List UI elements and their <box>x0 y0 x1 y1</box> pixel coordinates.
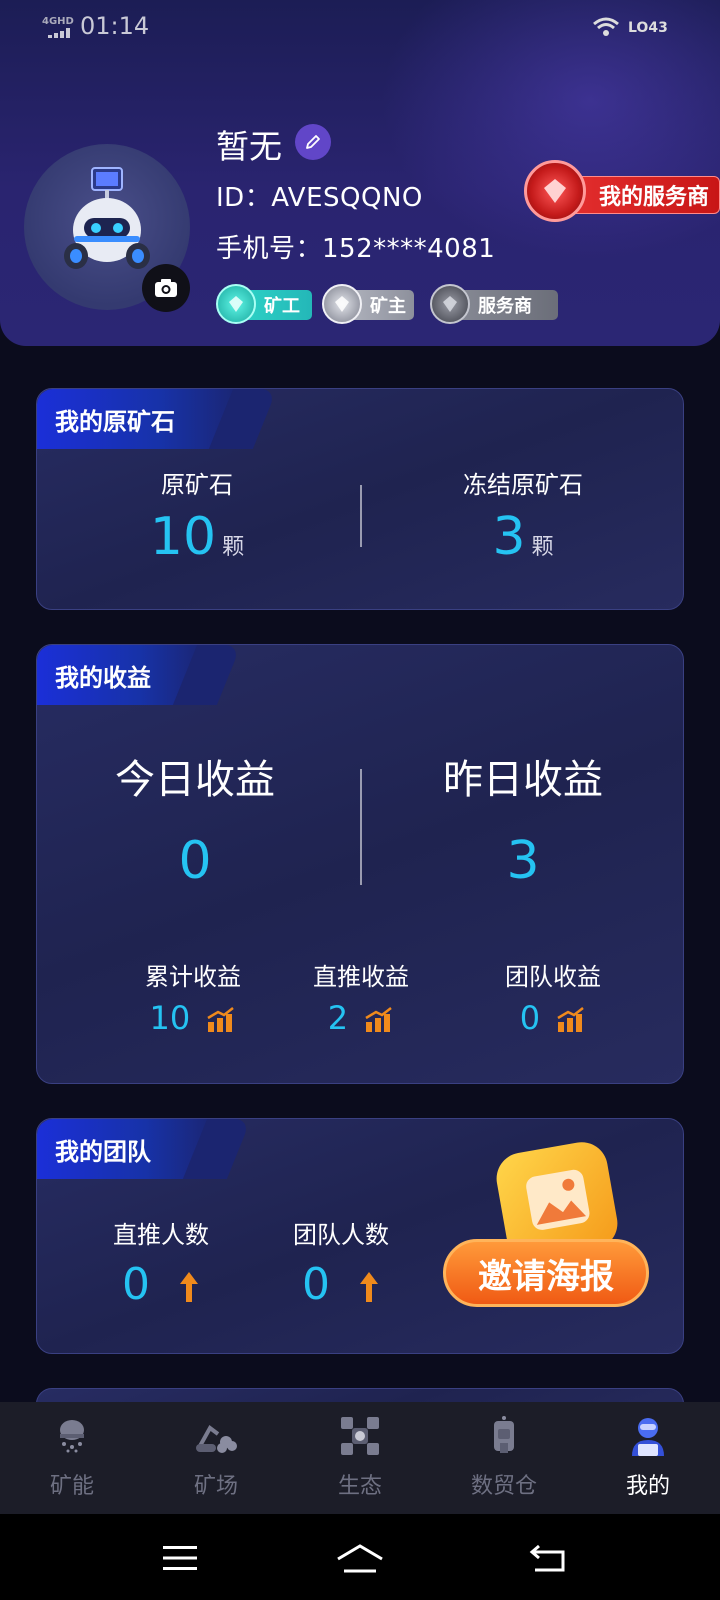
back-nav-button[interactable] <box>518 1536 578 1580</box>
arrow-up-icon <box>180 1272 198 1302</box>
user-id: ID：AVESQQNO <box>216 183 423 213</box>
ore-value-row: 10 颗 <box>97 507 297 567</box>
team-count-label: 团队人数 <box>293 1221 389 1249</box>
system-navigation-bar <box>0 1514 720 1600</box>
today-earnings-value: 0 <box>178 831 212 891</box>
bottom-tab-bar: 矿能 矿场 生态 数贸仓 我的 <box>0 1402 720 1514</box>
badge-miner: 矿工 <box>216 284 312 324</box>
team-earnings-label: 团队收益 <box>505 963 601 991</box>
direct-earnings-row[interactable]: 2 <box>261 999 461 1037</box>
badge-owner: 矿主 <box>322 284 414 324</box>
provider-medal-icon <box>524 160 586 222</box>
owner-gem-icon <box>322 284 362 324</box>
direct-count-value: 0 <box>122 1259 150 1310</box>
earnings-card: 我的收益 今日收益 0 昨日收益 3 累计收益 10 直推收益 2 团队收益 0 <box>36 644 684 1084</box>
today-earnings-label: 今日收益 <box>115 757 275 803</box>
team-earnings-value: 0 <box>519 999 541 1037</box>
change-avatar-button[interactable] <box>142 264 190 312</box>
back-icon <box>529 1544 565 1572</box>
direct-earnings-value: 2 <box>327 999 349 1037</box>
menu-icon <box>163 1546 197 1570</box>
provider-gem-icon <box>430 284 470 324</box>
trend-up-icon <box>365 1007 393 1032</box>
yesterday-earnings-value: 3 <box>506 831 540 891</box>
frozen-ore-value: 3 <box>492 507 526 567</box>
trend-up-icon <box>557 1007 585 1032</box>
ore-divider <box>360 485 362 547</box>
team-card: 我的团队 直推人数 0 团队人数 0 邀请海报 <box>36 1118 684 1354</box>
status-bar: 4GHD 01:14 LO43 <box>0 0 720 54</box>
earnings-card-title: 我的收益 <box>37 645 207 705</box>
profile-icon <box>626 1414 670 1458</box>
yesterday-earnings-label: 昨日收益 <box>443 757 603 803</box>
team-card-title: 我的团队 <box>37 1119 217 1179</box>
home-nav-button[interactable] <box>330 1536 390 1580</box>
direct-count-row: 0 <box>71 1259 251 1310</box>
network-indicator: 4GHD <box>42 16 74 27</box>
team-count-row: 0 <box>251 1259 431 1310</box>
user-phone: 手机号：152****4081 <box>216 234 496 264</box>
invite-poster-button[interactable]: 邀请海报 <box>443 1139 661 1329</box>
team-earnings-row[interactable]: 0 <box>453 999 653 1037</box>
badge-provider: 服务商 <box>430 284 558 324</box>
warehouse-icon <box>482 1414 526 1458</box>
ore-value: 10 <box>149 507 217 567</box>
user-name: 暂无 <box>216 127 282 166</box>
ore-unit: 颗 <box>222 535 245 560</box>
frozen-ore-value-row: 3颗 <box>413 507 633 567</box>
tab-ecology[interactable]: 生态 <box>288 1402 432 1514</box>
ecology-icon <box>338 1414 382 1458</box>
menu-nav-button[interactable] <box>150 1536 210 1580</box>
tab-warehouse[interactable]: 数贸仓 <box>432 1402 576 1514</box>
signal-icon <box>48 28 70 38</box>
my-service-provider-button[interactable]: 我的服务商 <box>524 160 720 222</box>
invite-poster-label: 邀请海报 <box>443 1239 649 1307</box>
frozen-ore-unit: 颗 <box>531 535 554 560</box>
tab-mining-energy[interactable]: 矿能 <box>0 1402 144 1514</box>
direct-earnings-label: 直推收益 <box>313 963 409 991</box>
mining-energy-icon <box>50 1414 94 1458</box>
status-time: 01:14 <box>80 12 150 40</box>
battery-indicator: LO43 <box>628 20 668 36</box>
pencil-icon <box>306 135 320 149</box>
total-earnings-value: 10 <box>149 999 191 1037</box>
edit-name-button[interactable] <box>295 124 331 160</box>
ore-card-title: 我的原矿石 <box>37 389 243 449</box>
arrow-up-icon <box>360 1272 378 1302</box>
frozen-ore-label: 冻结原矿石 <box>463 471 583 499</box>
profile-header: 4GHD 01:14 LO43 暂无 ID：AVESQQNO 手机号：152**… <box>0 0 720 346</box>
mine-field-icon <box>194 1414 238 1458</box>
ore-card: 我的原矿石 原矿石 10 颗 冻结原矿石 3颗 <box>36 388 684 610</box>
tab-profile[interactable]: 我的 <box>576 1402 720 1514</box>
camera-icon <box>155 279 177 297</box>
miner-gem-icon <box>216 284 256 324</box>
earnings-divider <box>360 769 362 885</box>
ore-label: 原矿石 <box>161 471 233 499</box>
direct-count-label: 直推人数 <box>113 1221 209 1249</box>
trend-up-icon <box>207 1007 235 1032</box>
tab-mine-field[interactable]: 矿场 <box>144 1402 288 1514</box>
team-count-value: 0 <box>302 1259 330 1310</box>
home-icon <box>337 1544 383 1573</box>
wifi-icon <box>593 17 619 36</box>
